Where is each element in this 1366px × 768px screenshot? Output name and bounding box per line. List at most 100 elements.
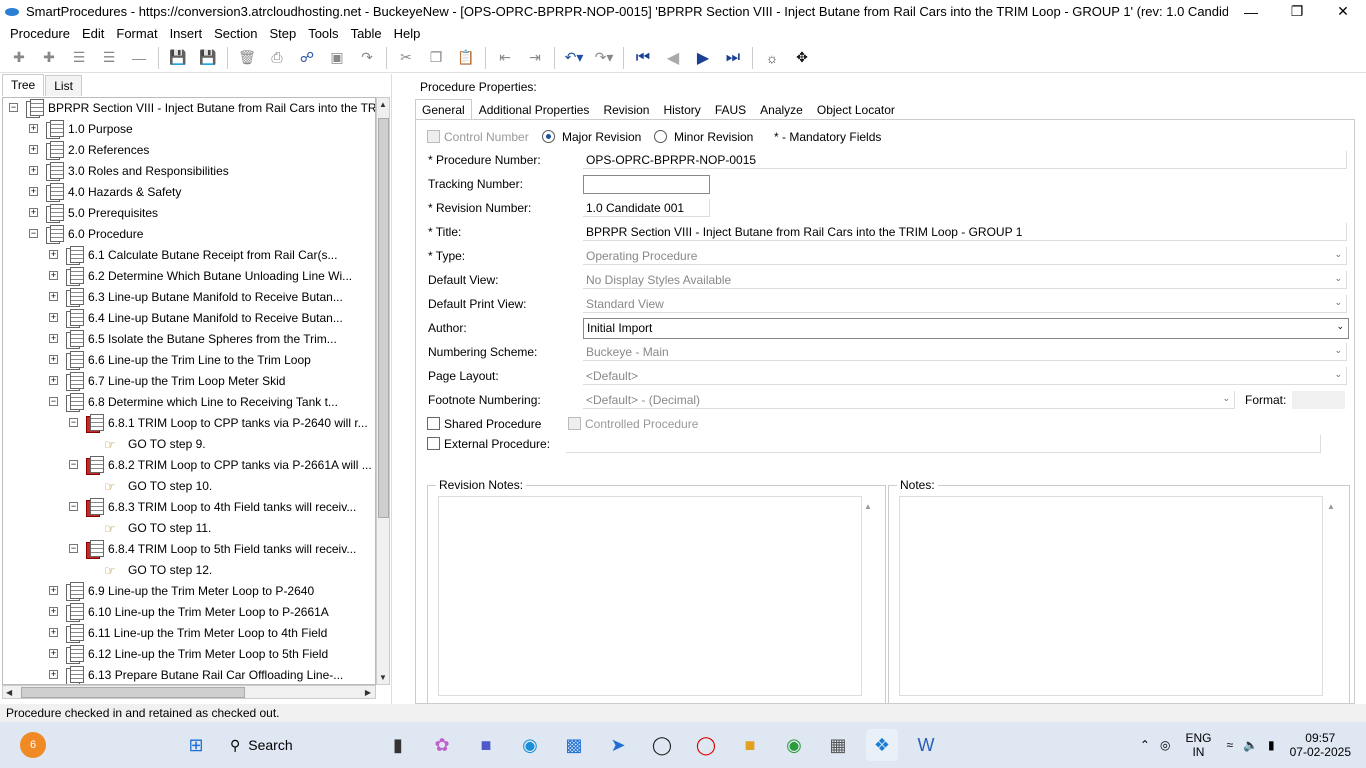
- footnote-numbering-dropdown[interactable]: <Default> - (Decimal) ⌄: [583, 391, 1235, 409]
- tab-tree[interactable]: Tree: [2, 74, 45, 96]
- teams-icon[interactable]: ■: [470, 729, 502, 761]
- major-revision-radio[interactable]: [542, 130, 555, 143]
- tree-node[interactable]: +5.0 Prerequisites: [29, 202, 158, 223]
- list-icon[interactable]: ☰: [67, 46, 91, 70]
- tree-vertical-scrollbar[interactable]: ▲ ▼: [376, 97, 390, 685]
- tree-node[interactable]: +6.12 Line-up the Trim Meter Loop to 5th…: [49, 643, 328, 664]
- tab-general[interactable]: General: [415, 99, 472, 120]
- tree-node[interactable]: +6.9 Line-up the Trim Meter Loop to P-26…: [49, 580, 314, 601]
- tree-node[interactable]: ☞ GO TO step 10.: [89, 475, 212, 496]
- tree-node[interactable]: − 6.8 Determine which Line to Receiving T…: [49, 391, 338, 412]
- expand-icon[interactable]: +: [49, 649, 58, 658]
- default-view-dropdown[interactable]: No Display Styles Available ⌄: [583, 271, 1347, 289]
- redo-doc-icon[interactable]: ↷: [355, 46, 379, 70]
- tree-node[interactable]: +6.3 Line-up Butane Manifold to Receive …: [49, 286, 343, 307]
- redo-icon[interactable]: ↷▾: [592, 46, 616, 70]
- collapse-icon[interactable]: −: [29, 229, 38, 238]
- procedure-number-field[interactable]: OPS-OPRC-BPRPR-NOP-0015: [583, 151, 1347, 169]
- move-icon[interactable]: ✥: [790, 46, 814, 70]
- tree-node[interactable]: +6.5 Isolate the Butane Spheres from the…: [49, 328, 337, 349]
- expand-icon[interactable]: +: [49, 355, 58, 364]
- copilot-icon[interactable]: ✿: [426, 729, 458, 761]
- edge-icon[interactable]: ◉: [514, 729, 546, 761]
- collapse-icon[interactable]: −: [69, 544, 78, 553]
- tab-faus[interactable]: FAUS: [708, 99, 753, 120]
- menu-format[interactable]: Format: [110, 26, 163, 41]
- tree-node[interactable]: ☞ GO TO step 12.: [89, 559, 212, 580]
- tree-node[interactable]: − 6.8.2 TRIM Loop to CPP tanks via P-2661…: [69, 454, 372, 475]
- dell-icon[interactable]: ◯: [646, 729, 678, 761]
- first-icon[interactable]: ⏮: [631, 46, 655, 70]
- collapse-icon[interactable]: −: [69, 418, 78, 427]
- tree-node[interactable]: +3.0 Roles and Responsibilities: [29, 160, 229, 181]
- expand-icon[interactable]: +: [29, 187, 38, 196]
- tree-horizontal-scrollbar[interactable]: ◀ ▶: [2, 685, 376, 699]
- file-explorer-icon[interactable]: ■: [734, 729, 766, 761]
- revision-number-field[interactable]: 1.0 Candidate 001: [583, 199, 710, 217]
- expand-icon[interactable]: +: [29, 145, 38, 154]
- tree-node[interactable]: +6.1 Calculate Butane Receipt from Rail …: [49, 244, 337, 265]
- frame-icon[interactable]: ▣: [325, 46, 349, 70]
- expand-icon[interactable]: +: [29, 124, 38, 133]
- indent-icon[interactable]: ⇥: [523, 46, 547, 70]
- clock[interactable]: 09:57 07-02-2025: [1285, 731, 1356, 759]
- menu-insert[interactable]: Insert: [164, 26, 209, 41]
- arrow-app-icon[interactable]: ➤: [602, 729, 634, 761]
- network-status-icon[interactable]: ◎: [1160, 738, 1170, 752]
- outdent-icon[interactable]: ⇤: [493, 46, 517, 70]
- default-print-view-dropdown[interactable]: Standard View ⌄: [583, 295, 1347, 313]
- title-field[interactable]: BPRPR Section VIII - Inject Butane from …: [583, 223, 1347, 241]
- scroll-thumb[interactable]: [378, 118, 389, 518]
- restore-button[interactable]: ❐: [1274, 0, 1320, 23]
- list-indent-icon[interactable]: ☰: [97, 46, 121, 70]
- expand-icon[interactable]: +: [49, 586, 58, 595]
- control-number-checkbox[interactable]: [427, 130, 440, 143]
- smartprocedures-icon[interactable]: ❖: [866, 729, 898, 761]
- tracking-number-field[interactable]: [583, 175, 710, 194]
- expand-icon[interactable]: +: [49, 670, 58, 679]
- scroll-up-icon[interactable]: ▲: [1327, 502, 1335, 511]
- collapse-icon[interactable]: −: [69, 460, 78, 469]
- chrome-icon[interactable]: ◉: [778, 729, 810, 761]
- expand-icon[interactable]: +: [49, 628, 58, 637]
- expand-icon[interactable]: +: [29, 208, 38, 217]
- tree-node[interactable]: +6.11 Line-up the Trim Meter Loop to 4th…: [49, 622, 327, 643]
- external-procedure-checkbox[interactable]: [427, 437, 440, 450]
- expand-icon[interactable]: +: [49, 250, 58, 259]
- scroll-up-icon[interactable]: ▲: [864, 502, 872, 511]
- next-icon[interactable]: ▶: [691, 46, 715, 70]
- language-indicator[interactable]: ENG IN: [1180, 731, 1216, 759]
- tree-node[interactable]: ☞ GO TO step 11.: [89, 517, 211, 538]
- scroll-right-icon[interactable]: ▶: [365, 688, 371, 697]
- expand-icon[interactable]: +: [29, 166, 38, 175]
- delete-icon[interactable]: 🗑: [235, 46, 259, 70]
- find-icon[interactable]: ☼: [760, 46, 784, 70]
- last-icon[interactable]: ⏭: [721, 46, 745, 70]
- minimize-button[interactable]: —: [1228, 0, 1274, 23]
- start-icon[interactable]: ⊞: [180, 729, 212, 761]
- revision-notes-textarea[interactable]: [438, 496, 862, 696]
- word-icon[interactable]: W: [910, 729, 942, 761]
- menu-procedure[interactable]: Procedure: [4, 26, 76, 41]
- tree-node[interactable]: − BPRPR Section VIII - Inject Butane from…: [9, 98, 375, 118]
- tree-node[interactable]: − 6.8.1 TRIM Loop to CPP tanks via P-2640…: [69, 412, 368, 433]
- expand-icon[interactable]: +: [49, 334, 58, 343]
- shared-procedure-checkbox[interactable]: [427, 417, 440, 430]
- expand-icon[interactable]: +: [49, 376, 58, 385]
- notes-textarea[interactable]: [899, 496, 1323, 696]
- format-field[interactable]: [1292, 391, 1345, 409]
- tree-node[interactable]: +1.0 Purpose: [29, 118, 133, 139]
- opera-icon[interactable]: ◯: [690, 729, 722, 761]
- tree-node[interactable]: +6.13 Prepare Butane Rail Car Offloading…: [49, 664, 343, 684]
- cut-icon[interactable]: ✂: [394, 46, 418, 70]
- tree-node[interactable]: +6.7 Line-up the Trim Loop Meter Skid: [49, 370, 285, 391]
- numbering-scheme-dropdown[interactable]: Buckeye - Main ⌄: [583, 343, 1347, 361]
- menu-help[interactable]: Help: [388, 26, 427, 41]
- remote-app-icon[interactable]: ▦: [822, 729, 854, 761]
- tab-object-locator[interactable]: Object Locator: [810, 99, 902, 120]
- save-copy-icon[interactable]: 💾: [166, 46, 190, 70]
- link-icon[interactable]: ☍: [295, 46, 319, 70]
- tree-node[interactable]: − 6.8.4 TRIM Loop to 5th Field tanks will…: [69, 538, 356, 559]
- scroll-left-icon[interactable]: ◀: [6, 688, 12, 697]
- tree-node[interactable]: +4.0 Hazards & Safety: [29, 181, 181, 202]
